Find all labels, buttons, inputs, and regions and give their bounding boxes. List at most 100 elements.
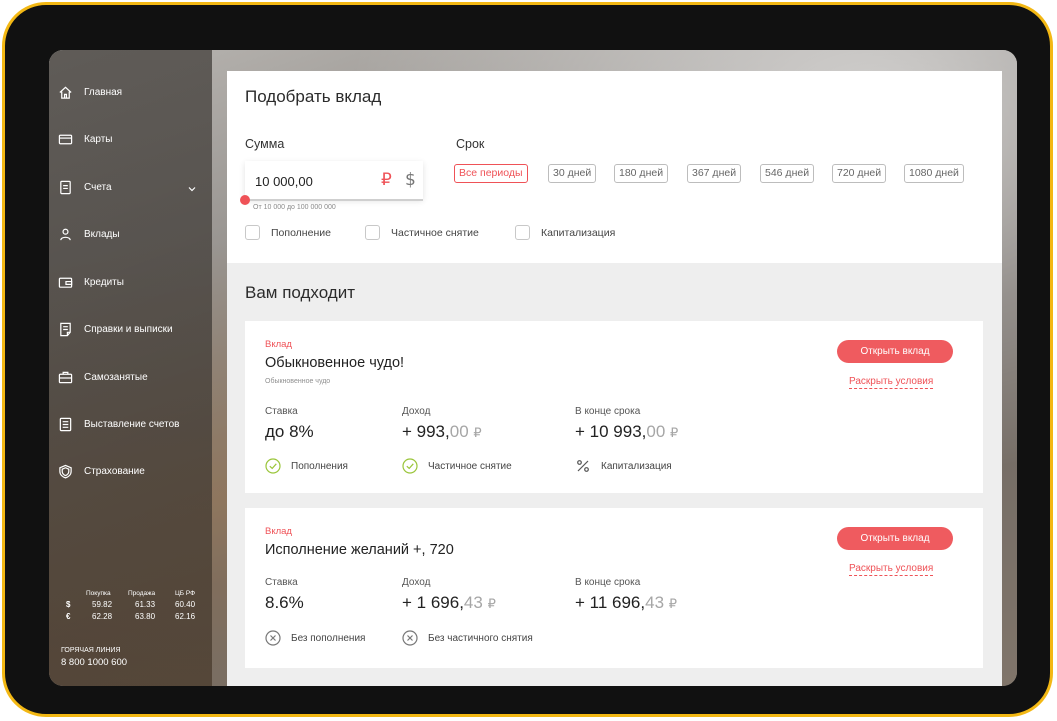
sidebar-item-label: Кредиты [84,277,124,288]
deposit-kind: Вклад [265,339,292,350]
sidebar-item-deposits[interactable]: Вклады [58,227,120,242]
sidebar-item-home[interactable]: Главная [58,85,122,100]
sidebar-item-credits[interactable]: Кредиты [58,275,124,290]
option-label: Пополнение [271,226,331,239]
sidebar: Главная Карты Счета Вклады Кредиты Справ… [49,50,212,686]
sidebar-item-insurance[interactable]: Страхование [58,464,145,479]
results-panel: Вам подходит Вклад Обыкновенное чудо! Об… [227,263,1002,686]
end-value: + 10 993,00 ₽ [575,422,679,441]
sidebar-item-label: Главная [84,87,123,98]
tablet-frame: Главная Карты Счета Вклады Кредиты Справ… [2,2,1053,717]
check-circle-icon [265,458,281,474]
sidebar-item-accounts[interactable]: Счета [58,180,112,195]
hotline-number[interactable]: 8 800 1000 600 [61,657,127,668]
rate-label: Ставка [265,577,298,588]
income-label: Доход [402,406,431,417]
sidebar-item-label: Карты [84,134,113,145]
open-deposit-button[interactable]: Открыть вклад [837,340,953,363]
usd-symbol: $ [66,600,71,609]
sidebar-item-invoicing[interactable]: Выставление счетов [58,417,179,432]
amount-range-hint: От 10 000 до 100 000 000 [253,204,336,211]
eur-symbol: € [66,612,71,621]
checkbox[interactable] [245,225,260,240]
income-value: + 993,00 ₽ [402,422,482,441]
amount-label: Сумма [245,137,285,151]
rates-header-buy: Покупка [86,590,111,597]
amount-input[interactable]: 10 000,00 ₽ $ [245,161,423,199]
usd-cb: 60.40 [175,600,196,609]
sidebar-item-label: Страхование [84,466,145,477]
sidebar-item-label: Самозанятые [84,372,148,383]
income-label: Доход [402,577,431,588]
show-terms-link[interactable]: Раскрыть условия [849,563,934,576]
wallet-icon [58,277,73,288]
amount-slider-handle[interactable] [240,195,250,205]
option-capitalization[interactable]: Капитализация [515,225,615,240]
deposit-kind: Вклад [265,526,292,537]
person-icon [60,228,71,241]
feature-no-replenishment: Без пополнения [265,630,365,646]
deposit-name: Обыкновенное чудо! [265,355,405,371]
deposit-name: Исполнение желаний +, 720 [265,542,454,558]
percent-icon [577,460,589,472]
deposit-card: Вклад Обыкновенное чудо! Обыкновенное чу… [245,321,983,493]
x-circle-icon [265,630,281,646]
page-title: Подобрать вклад [245,87,382,106]
income-value: + 1 696,43 ₽ [402,593,496,612]
amount-value: 10 000,00 [255,174,313,189]
term-label: Срок [456,137,485,151]
currency-usd-toggle[interactable]: $ [405,170,416,190]
sidebar-item-label: Справки и выписки [84,324,173,335]
option-label: Капитализация [541,226,616,239]
main-content: Подобрать вклад Сумма 10 000,00 ₽ $ От 1… [212,50,1017,686]
period-30[interactable]: 30 дней [548,164,597,183]
period-546[interactable]: 546 дней [760,164,815,183]
deposit-subtitle: Обыкновенное чудо [265,378,331,385]
deposit-card: Вклад Исполнение желаний +, 720 Ставка 8… [245,508,983,668]
usd-buy: 59.82 [92,600,113,609]
eur-cb: 62.16 [175,612,196,621]
sidebar-item-cards[interactable]: Карты [58,132,113,147]
checkbox[interactable] [515,225,530,240]
currency-rub-toggle[interactable]: ₽ [381,170,392,190]
feature-no-partial-withdrawal: Без частичного снятия [402,630,533,646]
rate-label: Ставка [265,406,298,417]
eur-sell: 63.80 [135,612,156,621]
period-180[interactable]: 180 дней [614,164,669,183]
x-circle-icon [402,630,418,646]
document-icon [60,180,71,195]
statement-icon [60,322,71,337]
home-icon [59,86,72,99]
deposit-filter-panel: Подобрать вклад Сумма 10 000,00 ₽ $ От 1… [227,71,1002,263]
sidebar-item-statements[interactable]: Справки и выписки [58,322,173,337]
check-circle-icon [402,458,418,474]
checkbox[interactable] [365,225,380,240]
chevron-down-icon[interactable] [187,184,197,194]
period-367[interactable]: 367 дней [687,164,742,183]
end-label: В конце срока [575,406,641,417]
results-title: Вам подходит [245,283,356,302]
period-all[interactable]: Все периоды [454,164,528,183]
sidebar-item-label: Вклады [84,229,120,240]
card-icon [58,134,73,145]
invoice-icon [59,417,72,432]
rate-value: 8.6% [265,593,304,612]
rates-header-cb: ЦБ РФ [175,590,196,597]
sidebar-item-label: Счета [84,182,112,193]
open-deposit-button[interactable]: Открыть вклад [837,527,953,550]
show-terms-link[interactable]: Раскрыть условия [849,376,934,389]
eur-buy: 62.28 [92,612,113,621]
period-1080[interactable]: 1080 дней [904,164,964,183]
option-partial-withdrawal[interactable]: Частичное снятие [365,225,479,240]
period-720[interactable]: 720 дней [832,164,887,183]
end-label: В конце срока [575,577,641,588]
rates-header-sell: Продажа [128,590,156,597]
app-screen: Главная Карты Счета Вклады Кредиты Справ… [49,50,1017,686]
amount-slider-track[interactable] [245,199,423,201]
end-value: + 11 696,43 ₽ [575,593,678,612]
feature-capitalization: Капитализация [575,458,672,474]
sidebar-item-self-employed[interactable]: Самозанятые [58,370,148,385]
feature-replenishment: Пополнения [265,458,348,474]
option-replenishment[interactable]: Пополнение [245,225,331,240]
usd-sell: 61.33 [135,600,156,609]
